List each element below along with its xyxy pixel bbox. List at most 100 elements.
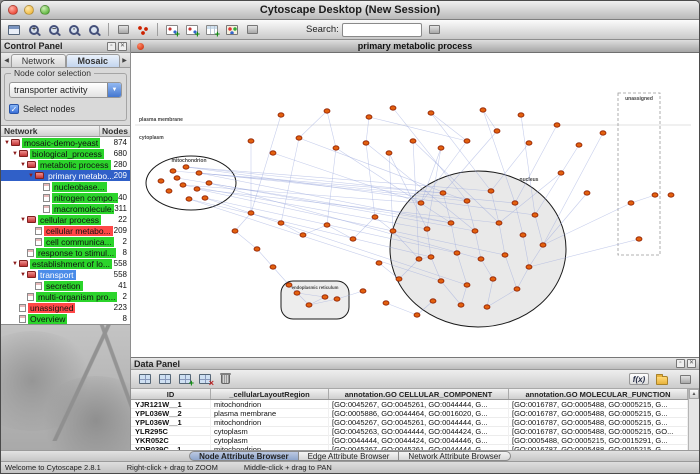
network-node[interactable]	[424, 227, 430, 231]
network-node[interactable]	[472, 229, 478, 233]
network-node[interactable]	[576, 143, 582, 147]
column-header[interactable]: _cellularLayoutRegion	[211, 389, 329, 399]
tree-row[interactable]: ▼biological_process680	[1, 148, 130, 159]
network-node[interactable]	[558, 171, 564, 175]
network-edge[interactable]	[257, 249, 273, 267]
network-edge[interactable]	[483, 110, 497, 131]
network-edge[interactable]	[235, 231, 257, 249]
network-edge[interactable]	[366, 143, 375, 217]
expander-icon[interactable]: ▼	[19, 217, 27, 223]
tabs-scroll-right-icon[interactable]: ▶	[120, 54, 129, 67]
tree-row[interactable]: ▼mosaic-demo-yeast874	[1, 137, 130, 148]
network-node[interactable]	[166, 189, 172, 193]
network-node[interactable]	[464, 283, 470, 287]
network-node[interactable]	[518, 113, 524, 117]
new-attribute-icon[interactable]	[175, 370, 195, 388]
network-edge[interactable]	[386, 303, 417, 315]
network-node[interactable]	[428, 111, 434, 115]
plugin-manager-icon[interactable]	[242, 21, 262, 39]
network-node[interactable]	[628, 201, 634, 205]
tree-row[interactable]: cellular metabo...209	[1, 225, 130, 236]
expander-icon[interactable]: ▼	[19, 272, 27, 278]
tree-row[interactable]: secretion41	[1, 280, 130, 291]
tree-row[interactable]: ▼primary metabo...209	[1, 170, 130, 181]
network-node[interactable]	[324, 223, 330, 227]
attribute-dropdown[interactable]: transporter activity ▼	[9, 82, 122, 98]
network-node[interactable]	[526, 141, 532, 145]
network-edge[interactable]	[366, 117, 369, 143]
network-edge[interactable]	[369, 117, 467, 141]
network-node[interactable]	[554, 123, 560, 127]
tree-row[interactable]: multi-organism pro...2	[1, 291, 130, 302]
formula-builder-button[interactable]: f(x)	[629, 370, 649, 388]
tree-row[interactable]: Overview8	[1, 313, 130, 324]
console-window-icon[interactable]	[4, 21, 24, 39]
import-table-icon[interactable]	[202, 21, 222, 39]
network-node[interactable]	[180, 183, 186, 187]
network-node[interactable]	[158, 179, 164, 183]
network-node[interactable]	[183, 165, 189, 169]
network-node[interactable]	[248, 211, 254, 215]
network-node[interactable]	[414, 313, 420, 317]
network-node[interactable]	[480, 108, 486, 112]
expander-icon[interactable]: ▼	[3, 140, 11, 146]
network-node[interactable]	[372, 215, 378, 219]
tree-row[interactable]: ▼transport558	[1, 269, 130, 280]
network-node[interactable]	[454, 251, 460, 255]
tab-mosaic[interactable]: Mosaic	[66, 54, 121, 67]
network-edge[interactable]	[281, 223, 303, 235]
window-close-button[interactable]	[8, 5, 18, 15]
tree-row[interactable]: cell communica...2	[1, 236, 130, 247]
network-node[interactable]	[428, 255, 434, 259]
network-edge[interactable]	[327, 111, 336, 148]
search-options-icon[interactable]	[425, 21, 445, 39]
zoom-out-icon[interactable]: −	[44, 21, 64, 39]
network-node[interactable]	[376, 261, 382, 265]
tree-row[interactable]: nitrogen compo...40	[1, 192, 130, 203]
unselect-attributes-icon[interactable]	[155, 370, 175, 388]
network-node[interactable]	[488, 189, 494, 193]
column-header[interactable]: annotation.GO CELLULAR_COMPONENT	[329, 389, 509, 399]
network-node[interactable]	[396, 277, 402, 281]
tree-header-nodes[interactable]: Nodes	[100, 126, 130, 136]
network-node[interactable]	[278, 221, 284, 225]
network-edge[interactable]	[543, 133, 603, 245]
network-node[interactable]	[202, 196, 208, 200]
network-canvas[interactable]: plasma membranecytoplasmmitochondrionnuc…	[131, 53, 699, 357]
select-nodes-checkbox[interactable]: ✓	[9, 104, 19, 114]
import-attributes-icon[interactable]	[675, 370, 695, 388]
search-input[interactable]	[342, 23, 422, 37]
network-node[interactable]	[386, 151, 392, 155]
tree-header-network[interactable]: Network	[1, 126, 100, 136]
network-edge[interactable]	[327, 225, 353, 239]
network-node[interactable]	[448, 221, 454, 225]
network-node[interactable]	[170, 169, 176, 173]
network-node[interactable]	[484, 305, 490, 309]
network-view-titlebar[interactable]: primary metabolic process	[131, 40, 699, 53]
network-node[interactable]	[636, 237, 642, 241]
import-network-icon[interactable]	[182, 21, 202, 39]
clear-table-icon[interactable]	[215, 370, 235, 388]
network-node[interactable]	[254, 247, 260, 251]
network-node[interactable]	[306, 303, 312, 307]
control-panel-close-icon[interactable]: ✕	[118, 42, 127, 51]
network-node[interactable]	[194, 187, 200, 191]
zoom-selected-icon[interactable]: ▫	[64, 21, 84, 39]
network-node[interactable]	[438, 279, 444, 283]
column-header[interactable]: annotation.GO MOLECULAR_FUNCTION	[509, 389, 688, 399]
network-edge[interactable]	[389, 153, 393, 231]
expander-icon[interactable]: ▼	[27, 173, 35, 179]
table-scrollbar[interactable]: ▲	[688, 389, 699, 450]
scroll-up-icon[interactable]: ▲	[689, 389, 699, 399]
network-node[interactable]	[496, 221, 502, 225]
network-node[interactable]	[532, 213, 538, 217]
network-node[interactable]	[248, 139, 254, 143]
network-node[interactable]	[270, 265, 276, 269]
select-attributes-icon[interactable]	[135, 370, 155, 388]
network-node[interactable]	[478, 257, 484, 261]
network-node[interactable]	[430, 299, 436, 303]
network-overview-icon[interactable]	[133, 21, 153, 39]
network-node[interactable]	[322, 295, 328, 299]
column-header[interactable]: ID	[131, 389, 211, 399]
network-node[interactable]	[584, 191, 590, 195]
